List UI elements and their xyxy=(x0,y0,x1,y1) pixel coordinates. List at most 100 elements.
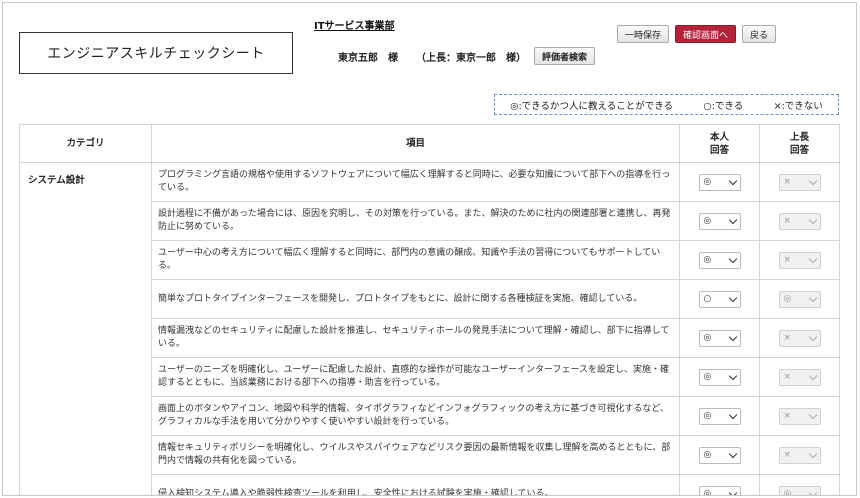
evaluator-search-button[interactable]: 評価者検索 xyxy=(534,47,596,65)
chevron-down-icon xyxy=(808,254,817,263)
self-answer-cell: ◎ xyxy=(679,240,760,280)
self-answer-select[interactable]: ◎ xyxy=(698,446,741,464)
temp-save-button[interactable]: 一時保存 xyxy=(616,25,669,43)
self-answer-select[interactable]: ○ xyxy=(698,290,741,308)
header-category: カテゴリ xyxy=(19,124,152,163)
boss-answer-value: × xyxy=(783,450,792,460)
self-answer-select[interactable]: ◎ xyxy=(698,368,741,386)
self-answer-cell: ◎ xyxy=(679,162,760,202)
header-self-line1: 本人 xyxy=(709,131,729,143)
user-name: 東京五郎 様 xyxy=(338,52,398,64)
self-answer-select[interactable]: ◎ xyxy=(698,329,741,347)
chevron-down-icon xyxy=(728,254,737,263)
chevron-down-icon xyxy=(808,449,817,458)
chevron-down-icon xyxy=(808,488,817,495)
table-header-row: カテゴリ 項目 本人 回答 上長 回答 xyxy=(19,124,840,163)
boss-answer-select: ◎ xyxy=(778,290,821,308)
header-boss-line2: 回答 xyxy=(789,144,809,156)
chevron-down-icon xyxy=(728,176,737,185)
self-answer-value: ◎ xyxy=(703,255,712,265)
boss-answer-value: × xyxy=(783,216,792,226)
self-answer-select[interactable]: ◎ xyxy=(698,485,741,496)
self-answer-value: ◎ xyxy=(703,411,712,421)
chevron-down-icon xyxy=(808,332,817,341)
boss-name: （上長：東京一郎 様） xyxy=(416,52,526,64)
self-answer-select[interactable]: ◎ xyxy=(698,212,741,230)
legend-cross: ×:できない xyxy=(773,100,823,112)
boss-answer-select: × xyxy=(778,407,821,425)
self-answer-value: ○ xyxy=(703,294,712,304)
boss-answer-cell: × xyxy=(759,201,840,241)
header-item: 項目 xyxy=(151,124,680,163)
chevron-down-icon xyxy=(728,332,737,341)
item-text: ユーザー中心の考え方について幅広く理解すると同時に、部門内の意識の醸成、知識や手… xyxy=(151,240,680,280)
boss-answer-value: × xyxy=(783,333,792,343)
header-self-line2: 回答 xyxy=(709,144,729,156)
boss-answer-value: × xyxy=(783,177,792,187)
rating-legend: ◎:できるかつ人に教えることができる ○:できる ×:できない xyxy=(494,94,839,115)
boss-answer-value: ◎ xyxy=(783,294,792,304)
boss-answer-select: × xyxy=(778,212,821,230)
chevron-down-icon xyxy=(728,215,737,224)
self-answer-cell: ◎ xyxy=(679,201,760,241)
chevron-down-icon xyxy=(728,293,737,302)
item-text: 簡単なプロトタイプインターフェースを開発し、プロトタイプをもとに、設計に関する各… xyxy=(151,279,680,319)
boss-answer-select: ◎ xyxy=(778,485,821,496)
boss-answer-cell: × xyxy=(759,162,840,202)
chevron-down-icon xyxy=(728,449,737,458)
department-link[interactable]: ITサービス事業部 xyxy=(314,17,395,32)
self-answer-cell: ◎ xyxy=(679,357,760,397)
self-answer-cell: ◎ xyxy=(679,396,760,436)
boss-answer-cell: × xyxy=(759,357,840,397)
chevron-down-icon xyxy=(808,410,817,419)
boss-answer-cell: × xyxy=(759,240,840,280)
chevron-down-icon xyxy=(808,215,817,224)
item-text: プログラミング言語の規格や使用するソフトウェアについて幅広く理解すると同時に、必… xyxy=(151,162,680,202)
boss-answer-cell: ◎ xyxy=(759,474,840,496)
boss-answer-cell: × xyxy=(759,396,840,436)
self-answer-value: ◎ xyxy=(703,489,712,496)
self-answer-select[interactable]: ◎ xyxy=(698,407,741,425)
item-text: 情報漏洩などのセキュリティに配慮した設計を推進し、セキュリティホールの発見手法に… xyxy=(151,318,680,358)
boss-answer-select: × xyxy=(778,368,821,386)
self-answer-cell: ◎ xyxy=(679,435,760,475)
item-text: ユーザーのニーズを明確化し、ユーザーに配慮した設計、直感的な操作が可能なユーザー… xyxy=(151,357,680,397)
table-row: システム設計 プログラミング言語の規格や使用するソフトウェアについて幅広く理解する… xyxy=(19,162,840,495)
self-answer-value: ◎ xyxy=(703,177,712,187)
header-boss-line1: 上長 xyxy=(789,131,809,143)
self-answer-value: ◎ xyxy=(703,372,712,382)
legend-double-circle: ◎:できるかつ人に教えることができる xyxy=(510,100,674,112)
item-text: 情報セキュリティポリシーを明確化し、ウイルスやスパイウェアなどリスク要因の最新情… xyxy=(151,435,680,475)
self-answer-select[interactable]: ◎ xyxy=(698,173,741,191)
user-line: 東京五郎 様 （上長：東京一郎 様） 評価者検索 xyxy=(338,47,596,65)
category-cell: システム設計 xyxy=(19,162,152,495)
self-answer-value: ◎ xyxy=(703,216,712,226)
chevron-down-icon xyxy=(808,176,817,185)
confirm-button[interactable]: 確認画面へ xyxy=(674,25,736,43)
chevron-down-icon xyxy=(728,488,737,495)
boss-answer-select: × xyxy=(778,251,821,269)
boss-answer-cell: × xyxy=(759,318,840,358)
legend-circle: ○:できる xyxy=(703,100,744,112)
header-self: 本人 回答 xyxy=(679,124,760,163)
header-boss: 上長 回答 xyxy=(759,124,840,163)
self-answer-cell: ◎ xyxy=(679,318,760,358)
self-answer-cell: ○ xyxy=(679,279,760,319)
self-answer-value: ◎ xyxy=(703,333,712,343)
skill-table: カテゴリ 項目 本人 回答 上長 回答 システム設計 プログラミング言語の規格や使… xyxy=(19,124,840,496)
self-answer-select[interactable]: ◎ xyxy=(698,251,741,269)
boss-answer-select: × xyxy=(778,173,821,191)
chevron-down-icon xyxy=(808,371,817,380)
boss-answer-value: × xyxy=(783,372,792,382)
boss-answer-select: × xyxy=(778,329,821,347)
page-frame: エンジニアスキルチェックシート ITサービス事業部 東京五郎 様 （上長：東京一… xyxy=(2,2,857,496)
chevron-down-icon xyxy=(728,410,737,419)
item-text: 侵入検知システム導入や脆弱性検査ツールを利用し、安全性における試験を実施・確認し… xyxy=(151,474,680,495)
boss-answer-value: ◎ xyxy=(783,489,792,496)
back-button[interactable]: 戻る xyxy=(741,25,776,43)
boss-answer-cell: × xyxy=(759,435,840,475)
self-answer-cell: ◎ xyxy=(679,474,760,496)
item-text: 画面上のボタンやアイコン、地図や科学的情報、タイポグラフィなどインフォグラフィッ… xyxy=(151,396,680,436)
chevron-down-icon xyxy=(728,371,737,380)
chevron-down-icon xyxy=(808,293,817,302)
